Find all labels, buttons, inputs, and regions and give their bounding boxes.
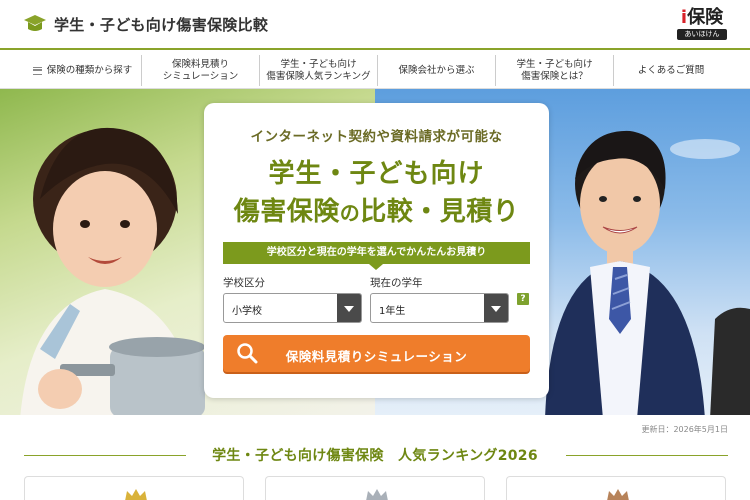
school-label: 学校区分: [223, 277, 265, 289]
nav-item-label: 保険料見積り シミュレーション: [162, 58, 239, 82]
nav-item-companies[interactable]: 保険会社から選ぶ: [378, 55, 496, 86]
nav-item-faq[interactable]: よくあるご質問: [614, 55, 728, 86]
estimate-button-label: 保険料見積りシミュレーション: [285, 349, 468, 364]
nav-item-label: 学生・子ども向け 傷害保険人気ランキング: [266, 58, 371, 82]
nav-item-label: 保険の種類から探す: [46, 64, 133, 76]
menu-icon: [32, 66, 42, 75]
estimate-instruction-band: 学校区分と現在の学年を選んでかんたんお見積り: [223, 242, 530, 270]
divider: [566, 455, 728, 456]
hero-title-a: 傷害保険: [233, 197, 340, 227]
nav-item-simulation[interactable]: 保険料見積り シミュレーション: [142, 55, 260, 86]
grade-label: 現在の学年: [370, 277, 423, 289]
updated-date: 更新日：2026年5月1日: [641, 425, 728, 434]
help-icon[interactable]: ?: [517, 293, 529, 305]
brand-logo-text: i保険: [676, 8, 728, 28]
page: 学生・子ども向け傷害保険比較 i保険 あいほけん 保険の種類から探す 保険料見積…: [0, 0, 750, 500]
estimate-simulation-button[interactable]: 保険料見積りシミュレーション: [223, 335, 530, 372]
grade-select[interactable]: 1年生: [370, 293, 509, 323]
global-nav: 保険の種類から探す 保険料見積り シミュレーション 学生・子ども向け 傷害保険人…: [0, 52, 750, 89]
hero-title-line1: 学生・子ども向け: [268, 159, 485, 189]
bronze-crown-icon: [607, 489, 629, 500]
site-title[interactable]: 学生・子ども向け傷害保険比較: [54, 14, 268, 35]
nav-item-label: 学生・子ども向け 傷害保険とは？: [516, 58, 593, 82]
brand-logo-word: 保険: [687, 7, 724, 28]
hero-title-line2: 傷害保険の比較・見積り: [204, 191, 549, 228]
hero-title-b: の: [339, 201, 361, 225]
nav-item-about[interactable]: 学生・子ども向け 傷害保険とは？: [496, 55, 614, 86]
mortarboard-icon: [24, 15, 46, 31]
chevron-down-icon: [484, 294, 508, 322]
nav-item-insurance-types[interactable]: 保険の種類から探す: [24, 55, 142, 86]
ranking-heading: 学生・子ども向け傷害保険 人気ランキング2026: [0, 445, 750, 465]
site-header: 学生・子ども向け傷害保険比較 i保険 あいほけん: [0, 0, 750, 50]
school-select-value: 小学校: [232, 306, 262, 317]
silver-crown-icon: [366, 489, 388, 500]
gold-crown-icon: [125, 489, 147, 500]
brand-logo-sub: あいほけん: [677, 29, 727, 40]
ranking-card-2[interactable]: [265, 476, 485, 500]
hero-banner: インターネット契約や資料請求が可能な 学生・子ども向け 傷害保険の比較・見積り …: [0, 89, 750, 415]
ranking-card-3[interactable]: [506, 476, 726, 500]
hero-title-c: 比較・見積り: [360, 197, 520, 227]
ranking-card-1[interactable]: [24, 476, 244, 500]
nav-item-ranking[interactable]: 学生・子ども向け 傷害保険人気ランキング: [260, 55, 378, 86]
hero-lead: インターネット契約や資料請求が可能な: [250, 129, 503, 145]
nav-item-label: よくあるご質問: [637, 64, 705, 76]
nav-item-label: 保険会社から選ぶ: [398, 64, 475, 76]
brand-logo[interactable]: i保険 あいほけん: [676, 8, 728, 41]
chevron-down-icon: [337, 294, 361, 322]
school-select[interactable]: 小学校: [223, 293, 362, 323]
estimate-card: インターネット契約や資料請求が可能な 学生・子ども向け 傷害保険の比較・見積り …: [204, 103, 549, 398]
grade-select-value: 1年生: [379, 306, 406, 317]
